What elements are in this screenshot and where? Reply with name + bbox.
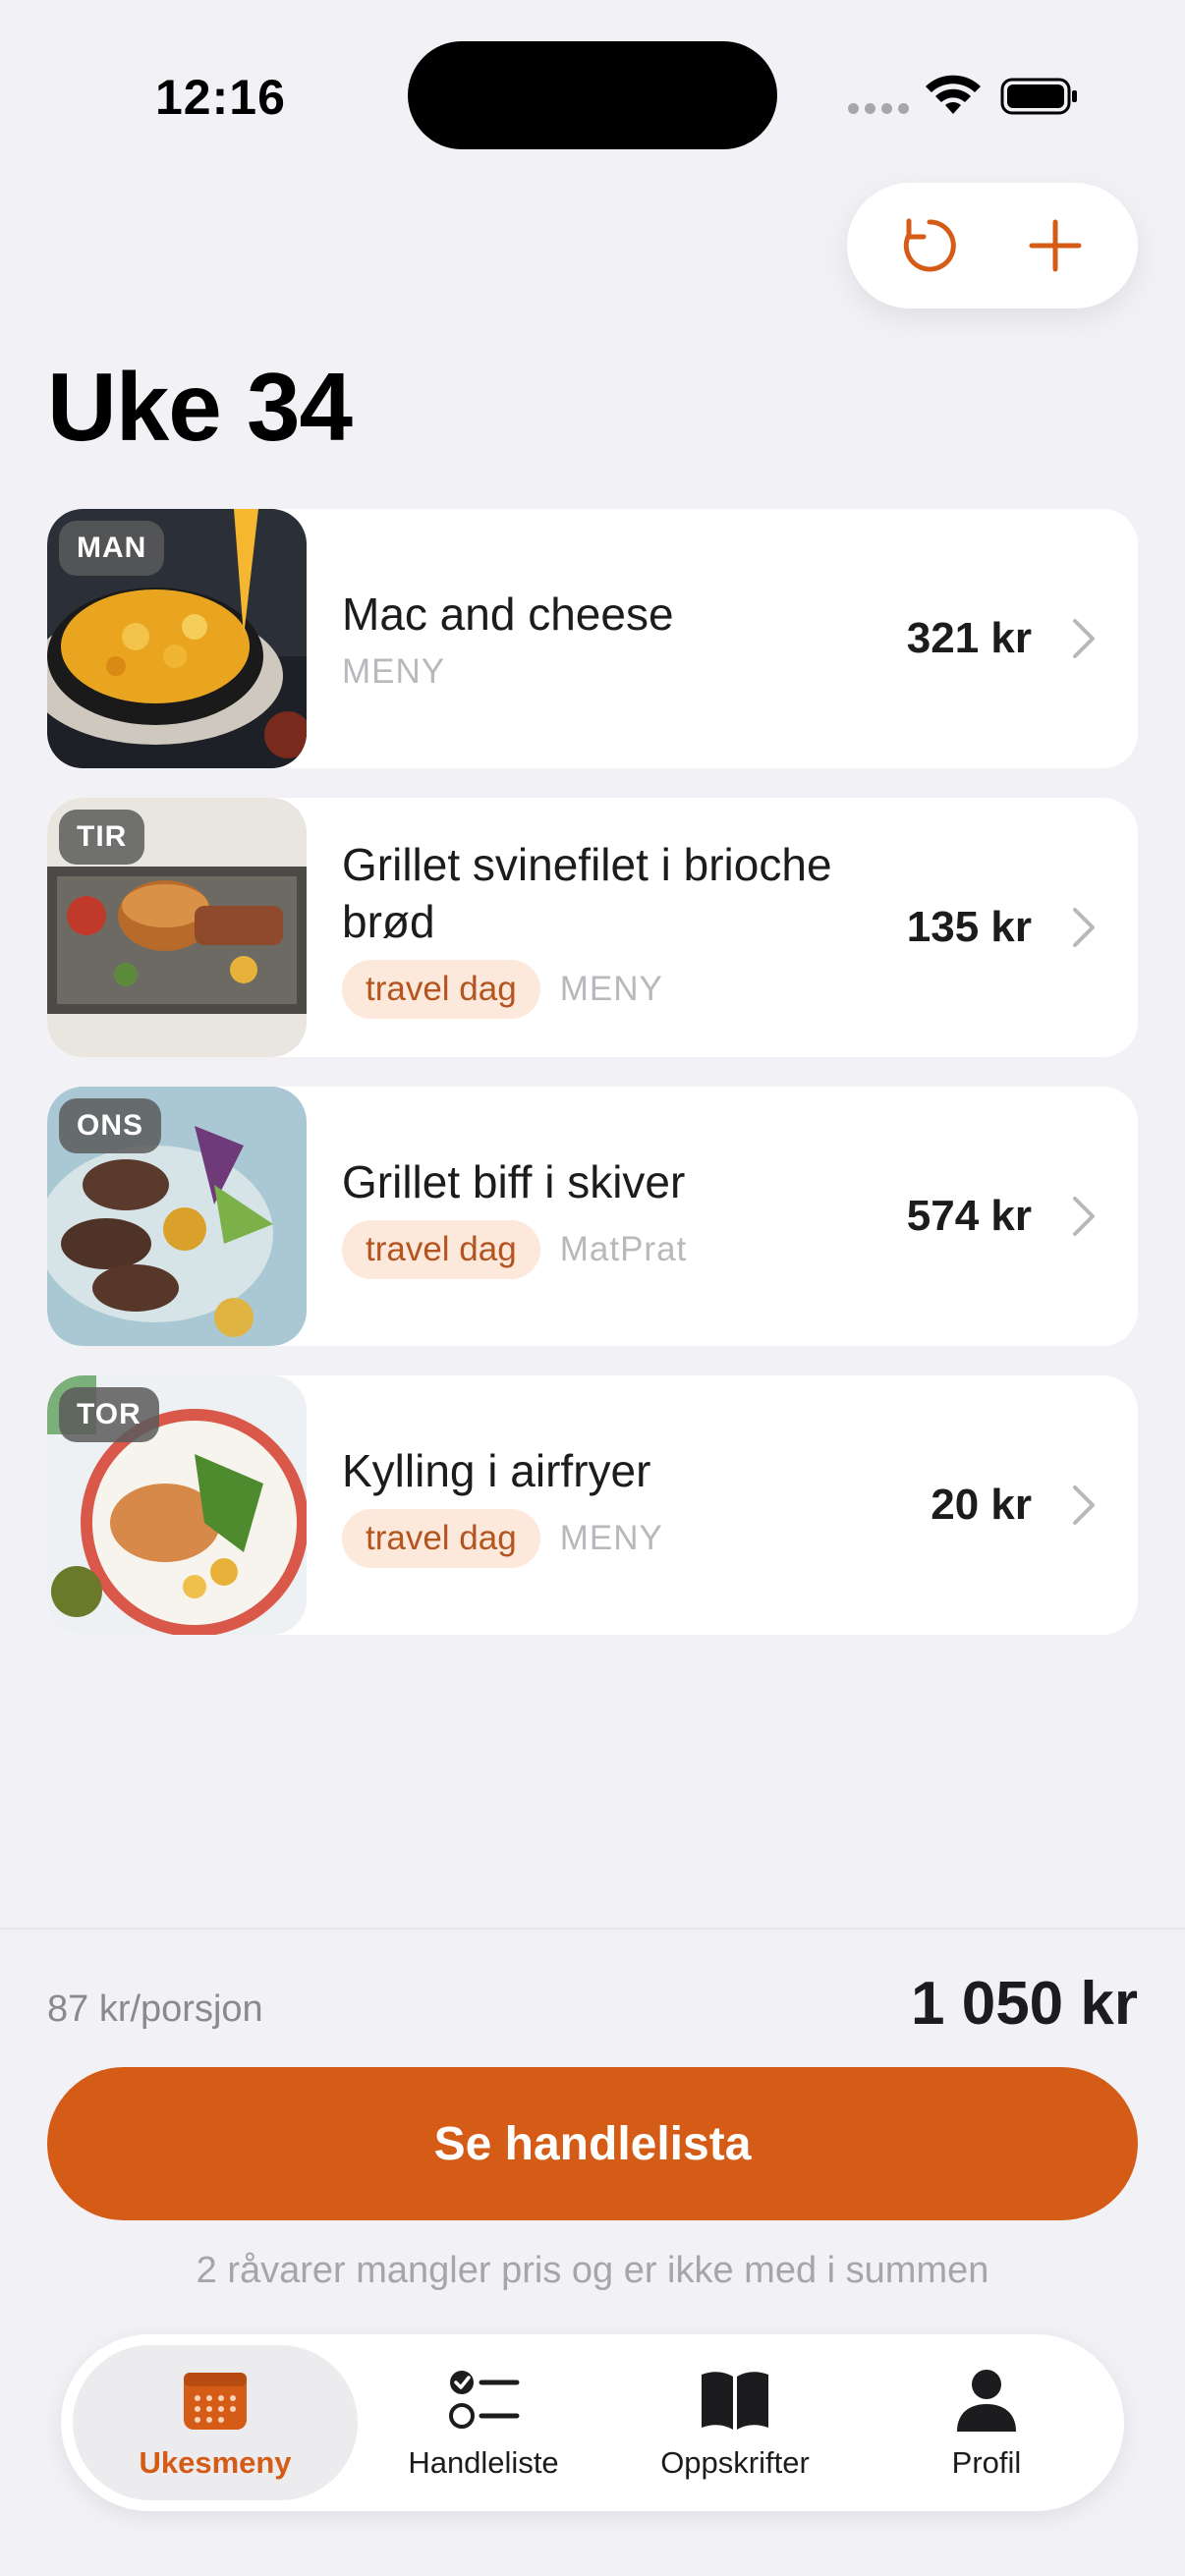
header-actions xyxy=(847,183,1138,308)
meal-meta: MENY xyxy=(342,652,892,692)
page-title: Uke 34 xyxy=(47,353,353,461)
meal-tag: travel dag xyxy=(342,1220,540,1279)
checklist-icon xyxy=(449,2371,520,2429)
tab-label: Oppskrifter xyxy=(660,2445,810,2480)
meal-card-thursday[interactable]: TOR Kylling i airfryer travel dag MENY 2… xyxy=(47,1375,1138,1635)
meal-list: MAN Mac and cheese MENY 321 kr TIR Grill… xyxy=(47,509,1138,1664)
meal-meta: travel dag MENY xyxy=(342,1509,892,1568)
meal-source: MENY xyxy=(559,970,663,1008)
add-button[interactable] xyxy=(1011,201,1100,290)
tab-bar: Ukesmeny Handleliste Oppskrifter Profil xyxy=(61,2334,1124,2511)
status-bar: 12:16 xyxy=(0,0,1185,187)
refresh-button[interactable] xyxy=(885,201,974,290)
meal-title: Mac and cheese xyxy=(342,588,674,640)
meal-card-tuesday[interactable]: TIR Grillet svinefilet i brioche brød tr… xyxy=(47,798,1138,1057)
day-badge: ONS xyxy=(59,1098,162,1153)
total-price: 1 050 kr xyxy=(911,1970,1138,2038)
day-badge: MAN xyxy=(59,521,165,576)
tab-profil[interactable]: Profil xyxy=(861,2345,1112,2500)
chevron-right-icon xyxy=(1073,1485,1095,1525)
meal-meta: travel dag MatPrat xyxy=(342,1220,892,1279)
day-badge: TOR xyxy=(59,1387,159,1442)
meal-source: MENY xyxy=(342,652,446,691)
shopping-list-button[interactable]: Se handlelista xyxy=(47,2067,1138,2220)
per-portion-price: 87 kr/porsjon xyxy=(47,1988,263,2030)
plus-icon xyxy=(1029,219,1082,272)
meal-price: 574 kr xyxy=(906,1192,1032,1240)
meal-tag: travel dag xyxy=(342,960,540,1019)
meal-source: MENY xyxy=(559,1519,663,1557)
day-badge: TIR xyxy=(59,810,145,865)
refresh-icon xyxy=(903,218,956,272)
chevron-right-icon xyxy=(1073,908,1095,947)
meal-info: Kylling i airfryer travel dag MENY xyxy=(342,1375,892,1635)
tab-handleliste[interactable]: Handleliste xyxy=(358,2345,609,2500)
tab-label: Ukesmeny xyxy=(139,2445,292,2480)
meal-title: Grillet svinefilet i brioche brød xyxy=(342,839,832,947)
chevron-right-icon xyxy=(1073,619,1095,658)
battery-icon xyxy=(1000,78,1077,115)
meal-title: Kylling i airfryer xyxy=(342,1445,651,1496)
tab-label: Handleliste xyxy=(408,2445,559,2480)
tab-label: Profil xyxy=(951,2445,1022,2480)
tab-oppskrifter[interactable]: Oppskrifter xyxy=(609,2345,861,2500)
dynamic-island xyxy=(408,41,777,149)
meal-info: Grillet biff i skiver travel dag MatPrat xyxy=(342,1087,892,1346)
meal-tag: travel dag xyxy=(342,1509,540,1568)
meal-card-monday[interactable]: MAN Mac and cheese MENY 321 kr xyxy=(47,509,1138,768)
status-time: 12:16 xyxy=(155,70,286,125)
meal-title: Grillet biff i skiver xyxy=(342,1156,686,1207)
meal-info: Grillet svinefilet i brioche brød travel… xyxy=(342,798,892,1057)
wifi-icon xyxy=(926,75,981,114)
meal-meta: travel dag MENY xyxy=(342,960,892,1019)
calendar-icon xyxy=(184,2373,247,2430)
screen: 12:16 Uke 34 MAN Mac and cheese MENY 321… xyxy=(0,0,1185,2576)
meal-price: 321 kr xyxy=(906,614,1032,662)
chevron-right-icon xyxy=(1073,1197,1095,1236)
book-icon xyxy=(702,2372,768,2430)
missing-price-note: 2 råvarer mangler pris og er ikke med i … xyxy=(196,2250,989,2291)
meal-source: MatPrat xyxy=(559,1230,688,1268)
meal-info: Mac and cheese MENY xyxy=(342,509,892,768)
tab-ukesmeny[interactable]: Ukesmeny xyxy=(73,2345,358,2500)
cellular-signal-icon xyxy=(848,103,909,114)
meal-price: 20 kr xyxy=(931,1481,1032,1529)
person-icon xyxy=(957,2370,1016,2432)
meal-price: 135 kr xyxy=(906,903,1032,951)
meal-card-wednesday[interactable]: ONS Grillet biff i skiver travel dag Mat… xyxy=(47,1087,1138,1346)
